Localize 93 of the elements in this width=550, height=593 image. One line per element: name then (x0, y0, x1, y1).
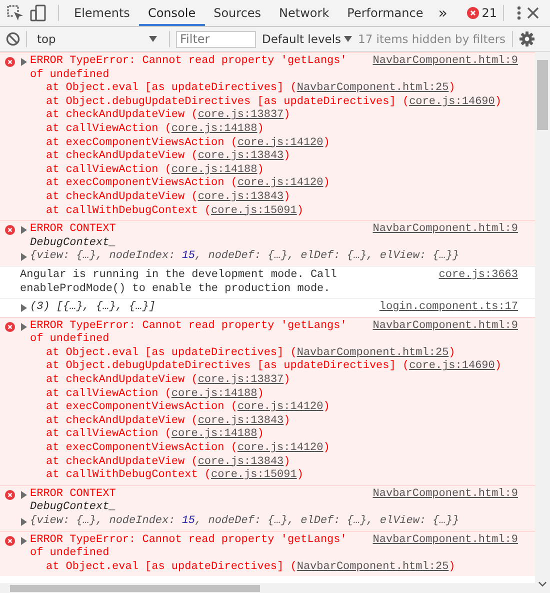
message-text: Angular is running in the development mode. Call enableProdMode() to enable the production mode. (20, 268, 338, 296)
message-text: (3) [{…}, {…}, {…}] (30, 301, 156, 315)
more-tabs-button[interactable]: » (432, 4, 454, 22)
message-text: ERROR CONTEXT (30, 223, 117, 237)
object-name: DebugContext_ (30, 236, 117, 250)
object-preview: {view: {…}, nodeIndex: 15, nodeDef: {…}, elDef: {…}, elView: {…}} (30, 250, 460, 264)
source-link[interactable]: core.js:13843 (198, 456, 284, 468)
source-link[interactable]: core.js:14690 (409, 360, 495, 372)
expand-arrow-icon[interactable] (20, 490, 28, 499)
error-icon (5, 322, 15, 332)
source-link[interactable]: NavbarComponent.html:9 (372, 320, 518, 334)
source-link[interactable]: NavbarComponent.html:25 (296, 82, 449, 94)
panel-tab[interactable]: Elements (65, 0, 139, 26)
hidden-items-text: 17 items hidden by filters (358, 32, 506, 46)
horizontal-scrollbar[interactable] (0, 583, 535, 593)
source-link[interactable]: core.js:14690 (409, 96, 495, 108)
source-link[interactable]: core.js:14120 (237, 136, 324, 149)
source-link[interactable]: core.js:15091 (211, 204, 297, 217)
inspect-element-icon[interactable] (6, 4, 24, 22)
source-link[interactable]: core.js:14188 (171, 164, 258, 176)
stack-frame: at execComponentViewsAction (core.js:14120) (20, 442, 518, 456)
stack-frame: at execComponentViewsAction (core.js:14120) (20, 401, 518, 415)
device-toolbar-icon[interactable] (29, 4, 47, 22)
stack-frame: at checkAndUpdateView (core.js:13843) (20, 150, 518, 164)
stack-frame: at Object.debugUpdateDirectives [as updateDirectives] (core.js:14690) (20, 96, 518, 110)
source-link[interactable]: NavbarComponent.html:9 (372, 55, 518, 69)
vertical-scrollbar[interactable] (535, 52, 550, 593)
context-selector[interactable]: top (33, 32, 163, 46)
error-icon (5, 536, 15, 546)
stack-frame: at checkAndUpdateView (core.js:13837) (20, 109, 518, 123)
dropdown-arrow-icon (344, 36, 352, 42)
error-icon (5, 490, 15, 500)
stack-frame: at Object.eval [as updateDirectives] (NavbarComponent.html:25) (20, 82, 518, 96)
source-link[interactable]: core.js:13837 (198, 109, 284, 122)
error-count[interactable]: 21 (466, 6, 497, 20)
error-icon (5, 57, 15, 67)
stack-frame: at callWithDebugContext (core.js:15091) (20, 204, 518, 218)
stack-frame: at Object.debugUpdateDirectives [as updateDirectives] (core.js:14690) (20, 360, 518, 374)
object-name: DebugContext_ (30, 501, 117, 515)
close-icon[interactable] (527, 7, 539, 19)
expand-arrow-icon[interactable] (20, 226, 28, 234)
expand-arrow-icon[interactable] (20, 536, 28, 545)
stack-frame: at callViewAction (core.js:14188) (20, 428, 518, 442)
stack-frame: at execComponentViewsAction (core.js:14120) (20, 177, 518, 191)
clear-console-icon[interactable] (6, 32, 20, 46)
panel-tab[interactable]: Performance (338, 0, 432, 26)
stack-frame: at checkAndUpdateView (core.js:13843) (20, 456, 518, 470)
stack-frame: at callViewAction (core.js:14188) (20, 122, 518, 137)
source-link[interactable]: core.js:13843 (198, 150, 284, 162)
stack-frame: at execComponentViewsAction (core.js:14120) (20, 136, 518, 150)
expand-arrow-icon[interactable] (20, 252, 28, 261)
source-link[interactable]: core.js:14188 (171, 388, 258, 400)
source-link[interactable]: NavbarComponent.html:25 (296, 346, 449, 359)
source-link[interactable]: core.js:14120 (237, 401, 324, 414)
source-link[interactable]: core.js:15091 (211, 469, 297, 482)
filter-field[interactable]: Filter (176, 30, 256, 48)
expand-arrow-icon[interactable] (20, 322, 28, 331)
source-link[interactable]: login.component.ts:17 (379, 301, 518, 315)
source-link[interactable]: core.js:14188 (171, 428, 258, 440)
source-link[interactable]: NavbarComponent.html:9 (372, 488, 518, 502)
panel-tab[interactable]: Sources (204, 0, 270, 26)
error-icon (466, 7, 479, 19)
stack-frame: at checkAndUpdateView (core.js:13843) (20, 414, 518, 428)
panel-tab[interactable]: Network (270, 0, 338, 26)
more-options-icon[interactable] (516, 5, 522, 21)
scrollbar-thumb[interactable] (537, 60, 548, 130)
stack-frame: at checkAndUpdateView (core.js:13837) (20, 374, 518, 388)
error-icon (5, 225, 15, 236)
log-levels-dropdown[interactable]: Default levels (262, 32, 352, 46)
source-link[interactable]: core.js:13843 (198, 190, 284, 203)
source-link[interactable]: core.js:13843 (198, 414, 284, 427)
stack-frame: at Object.eval [as updateDirectives] (NavbarComponent.html:25) (20, 560, 518, 574)
stack-frame: at Object.eval [as updateDirectives] (NavbarComponent.html:25) (20, 346, 518, 360)
source-link[interactable]: core.js:14120 (237, 442, 324, 454)
settings-icon[interactable] (518, 31, 535, 47)
scrollbar-thumb[interactable] (10, 585, 260, 592)
dropdown-arrow-icon (149, 36, 157, 42)
expand-arrow-icon[interactable] (20, 304, 28, 312)
source-link[interactable]: core.js:14120 (237, 177, 324, 190)
stack-frame: at callViewAction (core.js:14188) (20, 388, 518, 402)
stack-frame: at callWithDebugContext (core.js:15091) (20, 469, 518, 483)
source-link[interactable]: core.js:13837 (198, 374, 284, 386)
expand-arrow-icon[interactable] (20, 58, 28, 66)
object-preview: {view: {…}, nodeIndex: 15, nodeDef: {…}, elDef: {…}, elView: {…}} (30, 515, 460, 529)
source-link[interactable]: NavbarComponent.html:9 (372, 223, 518, 237)
source-link[interactable]: NavbarComponent.html:9 (372, 534, 518, 548)
message-text: ERROR CONTEXT (30, 488, 117, 501)
stack-frame: at callViewAction (core.js:14188) (20, 164, 518, 178)
source-link[interactable]: NavbarComponent.html:25 (296, 560, 449, 573)
source-link[interactable]: core.js:3663 (438, 268, 518, 282)
expand-arrow-icon[interactable] (20, 518, 28, 526)
source-link[interactable]: core.js:14188 (171, 122, 258, 135)
stack-frame: at checkAndUpdateView (core.js:13843) (20, 190, 518, 205)
